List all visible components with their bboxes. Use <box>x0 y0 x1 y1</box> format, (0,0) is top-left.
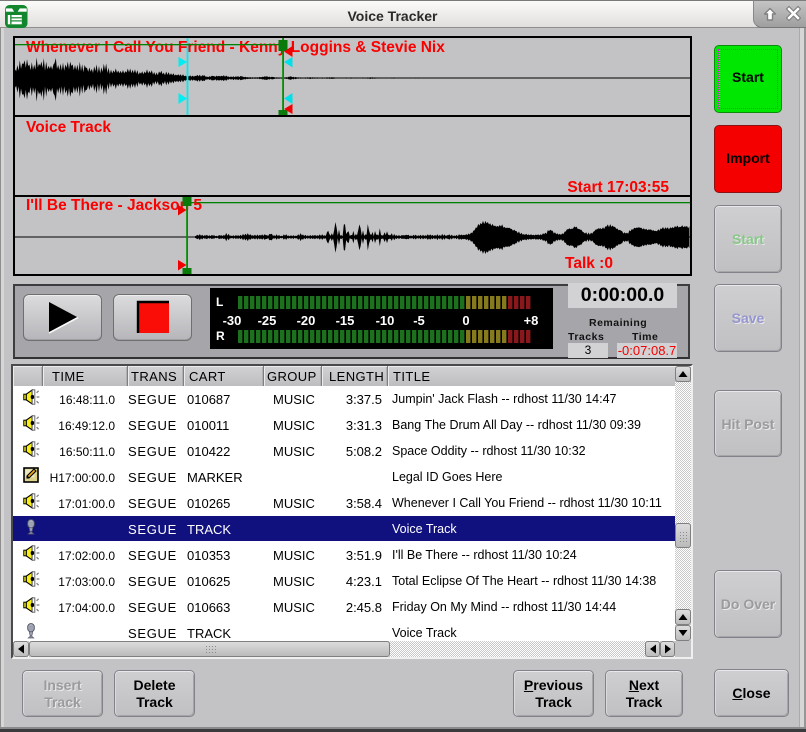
svg-text:0: 0 <box>462 313 469 328</box>
svg-text:-25: -25 <box>258 313 277 328</box>
svg-text:-10: -10 <box>376 313 395 328</box>
svg-text:-20: -20 <box>297 313 316 328</box>
svg-text:R: R <box>216 329 225 343</box>
svg-text:L: L <box>216 295 223 309</box>
svg-text:-15: -15 <box>336 313 355 328</box>
svg-text:-5: -5 <box>413 313 425 328</box>
svg-text:-30: -30 <box>223 313 242 328</box>
svg-text:+8: +8 <box>524 313 539 328</box>
